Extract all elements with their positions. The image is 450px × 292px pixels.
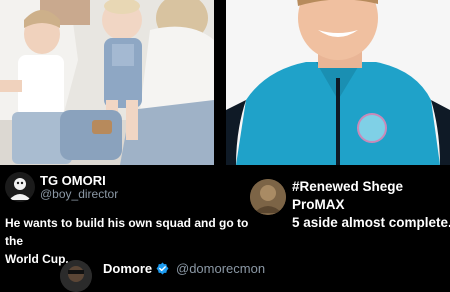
player-photo[interactable] xyxy=(226,0,450,165)
reply-text-line-2: 5 aside almost complete. xyxy=(292,215,450,230)
tweet-author-handle[interactable]: @boy_director xyxy=(40,187,118,201)
reply-text-line-1: #Renewed Shege ProMAX xyxy=(292,179,404,212)
tg-omori-avatar[interactable] xyxy=(5,172,35,202)
tweet-text-line-1: He wants to build his own squad and go t… xyxy=(5,216,249,248)
bottom-author-handle[interactable]: @domorecmon xyxy=(176,261,265,276)
tweet-text: He wants to build his own squad and go t… xyxy=(5,214,260,268)
renewed-shege-avatar[interactable] xyxy=(250,179,286,215)
bottom-author-name-text: Domore xyxy=(103,261,153,276)
image-gap xyxy=(214,0,226,165)
bottom-author-name[interactable]: Domore xyxy=(103,261,169,276)
domore-avatar[interactable] xyxy=(60,260,92,292)
reply-text: #Renewed Shege ProMAX 5 aside almost com… xyxy=(292,178,450,232)
verified-badge-icon xyxy=(156,262,169,275)
family-photo[interactable] xyxy=(0,0,214,165)
tweet-author-name[interactable]: TG OMORI xyxy=(40,173,106,188)
